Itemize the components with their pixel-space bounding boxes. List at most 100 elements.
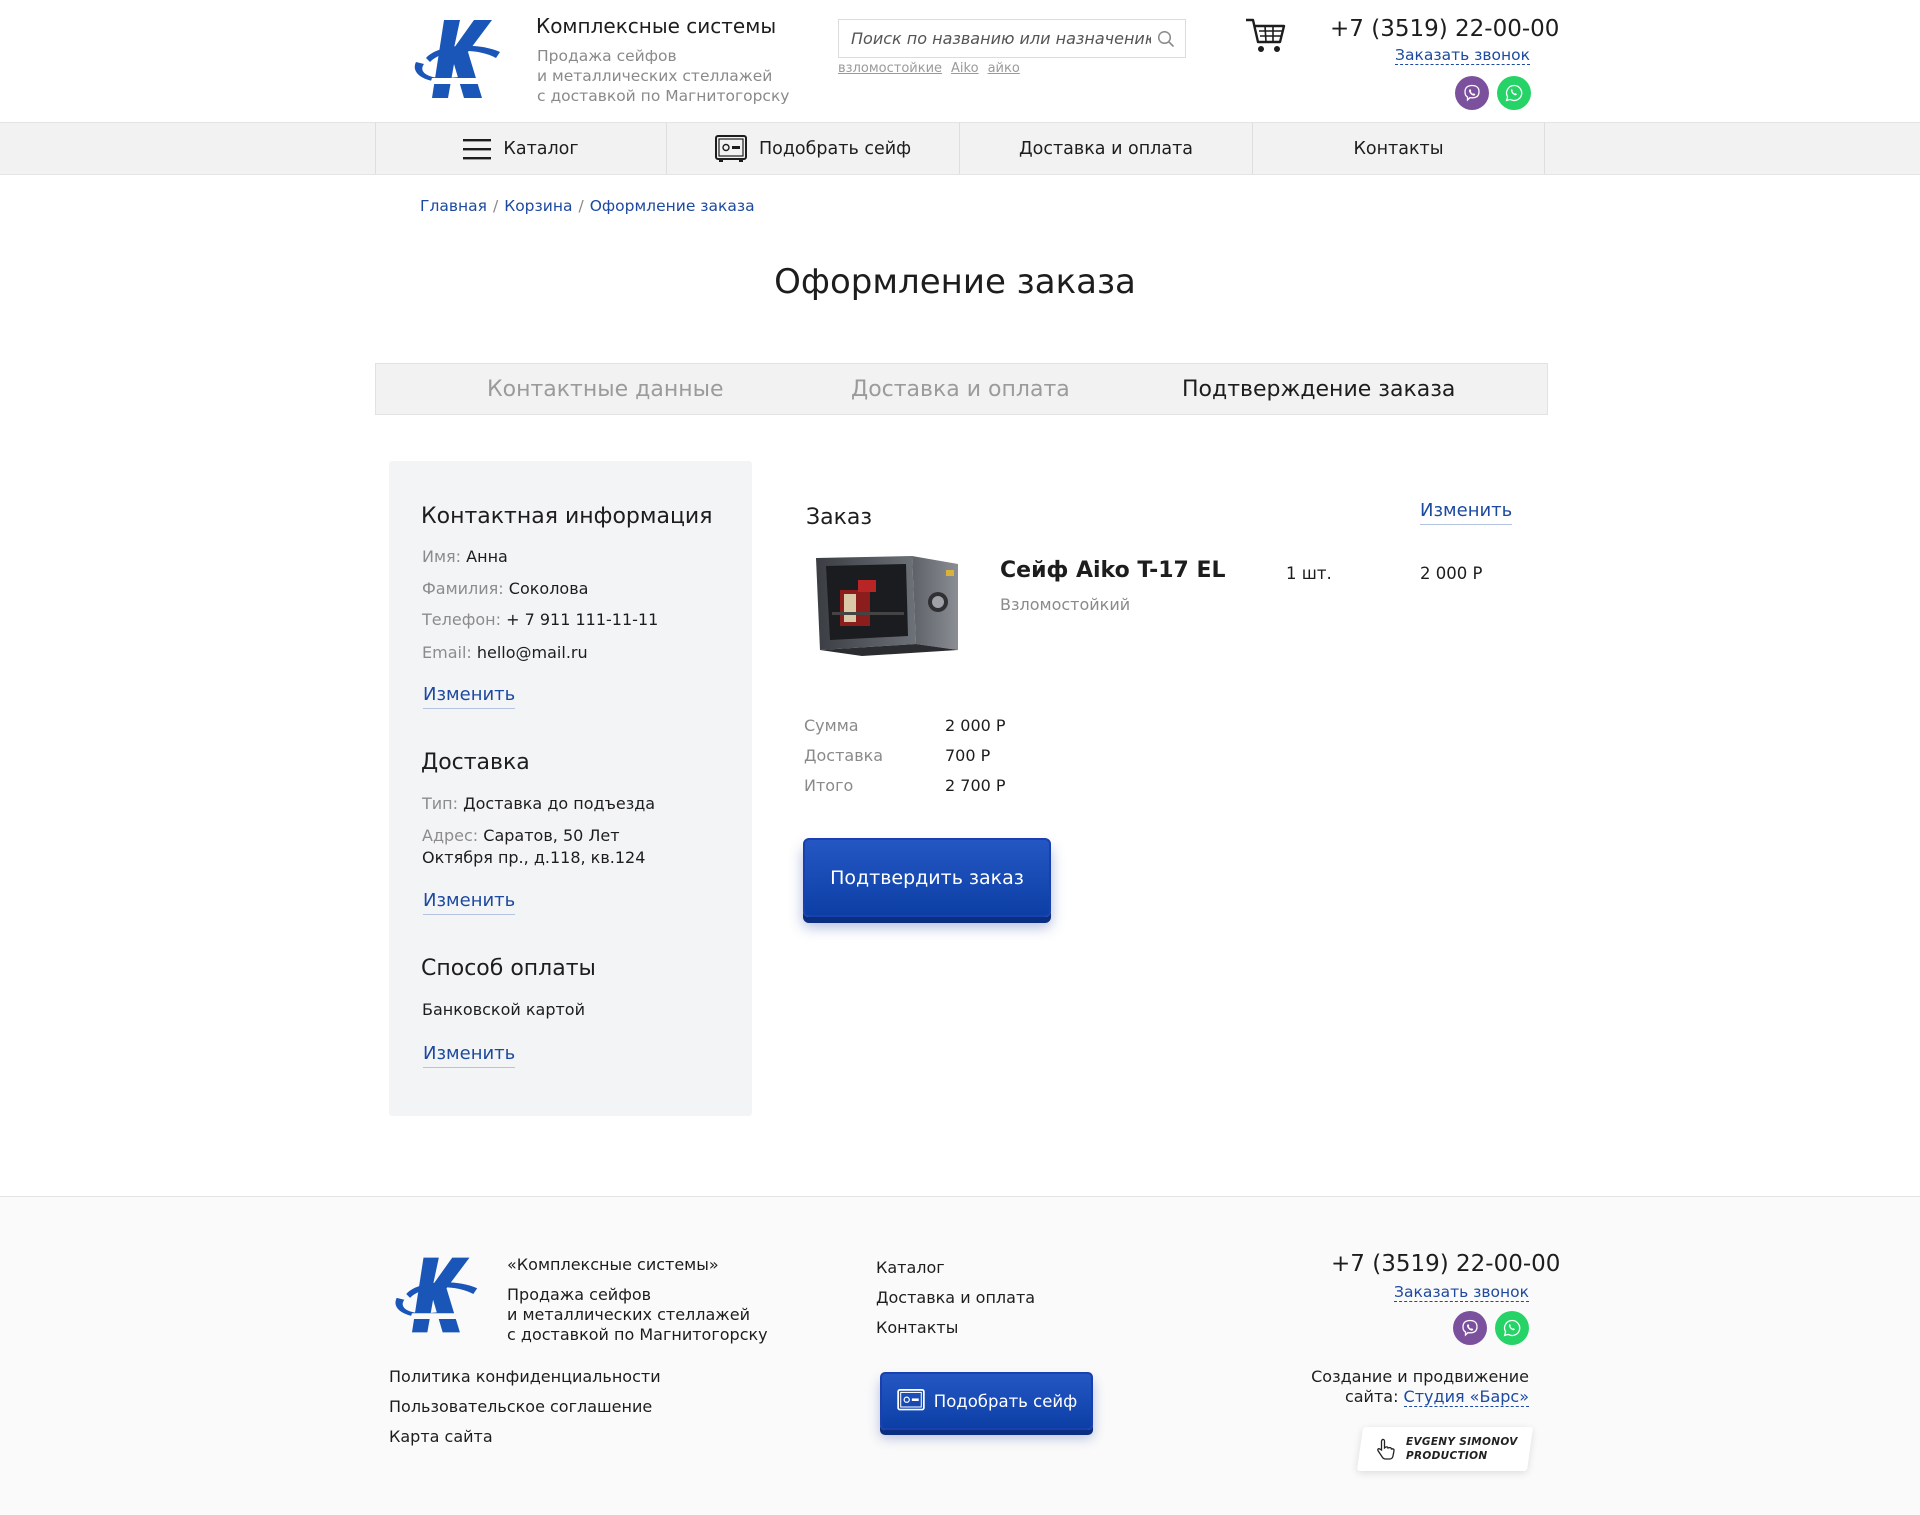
search-hint-link[interactable]: айко xyxy=(988,61,1020,76)
footer-logo[interactable] xyxy=(389,1255,481,1335)
sitemap-link[interactable]: Карта сайта xyxy=(389,1427,493,1446)
confirm-order-button[interactable]: Подтвердить заказ xyxy=(803,838,1051,917)
search-box xyxy=(838,19,1186,58)
surname-label: Фамилия: xyxy=(422,579,504,598)
nav-item-label: Подобрать сейф xyxy=(758,138,912,159)
delivery-type-row: Тип: Доставка до подъезда xyxy=(422,793,732,815)
search-hint-link[interactable]: взломостойкие xyxy=(838,61,942,76)
credit-line: сайта: Студия «Барс» xyxy=(1311,1387,1529,1407)
pointer-hand-icon xyxy=(1377,1438,1395,1460)
contact-heading: Контактная информация xyxy=(421,504,713,529)
checkout-steps: Контактные данные Доставка и оплата Подт… xyxy=(375,363,1548,415)
site-header: Комплексные системы Продажа сейфов и мет… xyxy=(0,0,1920,122)
credit-text: Создание и продвижение xyxy=(1311,1367,1529,1386)
product-price: 2 000 Р xyxy=(1420,564,1483,583)
brand-subtitle: Продажа сейфов и металлических стеллажей… xyxy=(537,47,790,105)
nav-item-pick-safe[interactable]: Подобрать сейф xyxy=(667,123,960,174)
name-value: Анна xyxy=(466,547,508,566)
payment-method: Банковской картой xyxy=(422,1000,585,1019)
step-delivery-payment[interactable]: Доставка и оплата xyxy=(851,364,1070,414)
contact-name-row: Имя: Анна xyxy=(422,546,732,568)
delivery-cost-value: 700 Р xyxy=(945,746,991,765)
main-nav: Каталог Подобрать сейф Доставка и оплата… xyxy=(0,122,1920,175)
studio-bars-link[interactable]: Студия «Барс» xyxy=(1403,1387,1529,1407)
total-value: 2 700 Р xyxy=(945,776,1006,795)
footer-callback-link[interactable]: Заказать звонок xyxy=(1394,1283,1529,1302)
safe-icon xyxy=(714,134,747,163)
product-quantity: 1 шт. xyxy=(1286,564,1332,583)
nav-item-catalog[interactable]: Каталог xyxy=(375,123,667,174)
delivery-cost-label: Доставка xyxy=(804,746,884,765)
callback-link[interactable]: Заказать звонок xyxy=(1395,46,1530,65)
payment-heading: Способ оплаты xyxy=(421,956,596,981)
search-hints: взломостойкие Aiko айко xyxy=(838,61,1029,76)
surname-value: Соколова xyxy=(508,579,589,598)
nav-item-contacts[interactable]: Контакты xyxy=(1253,123,1545,174)
site-credit: Создание и продвижение сайта: Студия «Ба… xyxy=(1311,1367,1529,1407)
header-phone[interactable]: +7 (3519) 22-00-00 xyxy=(1330,16,1559,42)
viber-icon[interactable] xyxy=(1455,76,1489,110)
safe-icon xyxy=(896,1389,926,1413)
nav-item-delivery[interactable]: Доставка и оплата xyxy=(960,123,1253,174)
privacy-policy-link[interactable]: Политика конфиденциальности xyxy=(389,1367,661,1386)
brand-title: Комплексные системы xyxy=(536,14,777,38)
step-contact-data[interactable]: Контактные данные xyxy=(487,364,724,414)
contact-surname-row: Фамилия: Соколова xyxy=(422,578,732,600)
production-badge[interactable]: EVGENY SIMONOV PRODUCTION xyxy=(1356,1427,1534,1471)
email-value: hello@mail.ru xyxy=(476,643,588,662)
delivery-type-label: Тип: xyxy=(422,794,459,813)
search-input[interactable] xyxy=(851,20,1151,57)
nav-item-label: Контакты xyxy=(1353,138,1444,159)
step-confirmation[interactable]: Подтверждение заказа xyxy=(1182,364,1455,414)
footer-brand-subtitle: Продажа сейфов и металлических стеллажей… xyxy=(507,1285,768,1344)
badge-line-1: EVGENY SIMONOV xyxy=(1406,1436,1518,1448)
company-logo[interactable] xyxy=(408,18,504,100)
edit-order-link[interactable]: Изменить xyxy=(1420,500,1513,525)
search-icon[interactable] xyxy=(1157,30,1175,48)
phone-label: Телефон: xyxy=(422,610,502,629)
page-title: Оформление заказа xyxy=(774,262,1136,302)
email-label: Email: xyxy=(422,643,472,662)
breadcrumb: Главная / Корзина / Оформление заказа xyxy=(420,197,755,215)
footer-nav-catalog[interactable]: Каталог xyxy=(876,1258,945,1277)
credit-prefix: сайта: xyxy=(1344,1387,1399,1406)
contact-phone-row: Телефон: + 7 911 111-11-11 xyxy=(422,609,732,631)
name-label: Имя: xyxy=(422,547,462,566)
badge-line-2: PRODUCTION xyxy=(1406,1450,1488,1462)
order-summary-card: Контактная информация Имя: Анна Фамилия:… xyxy=(389,461,752,1116)
whatsapp-icon[interactable] xyxy=(1497,76,1531,110)
delivery-type-value: Доставка до подъезда xyxy=(463,794,656,813)
footer-phone[interactable]: +7 (3519) 22-00-00 xyxy=(1331,1251,1560,1277)
footer-pick-safe-button[interactable]: Подобрать сейф xyxy=(880,1372,1093,1430)
cart-icon[interactable] xyxy=(1245,17,1287,55)
footer-nav-delivery[interactable]: Доставка и оплата xyxy=(876,1288,1035,1307)
product-name[interactable]: Сейф Aiko T-17 EL xyxy=(1000,558,1226,583)
user-agreement-link[interactable]: Пользовательское соглашение xyxy=(389,1397,652,1416)
edit-contact-link[interactable]: Изменить xyxy=(423,684,516,709)
delivery-address-row: Адрес: Саратов, 50 Лет Октября пр., д.11… xyxy=(422,825,692,869)
subtotal-label: Сумма xyxy=(804,716,859,735)
breadcrumb-cart[interactable]: Корзина xyxy=(504,197,572,215)
site-footer: «Комплексные системы» Продажа сейфов и м… xyxy=(0,1196,1920,1515)
total-label: Итого xyxy=(804,776,854,795)
product-image[interactable] xyxy=(808,550,968,656)
order-heading: Заказ xyxy=(806,505,873,530)
address-label: Адрес: xyxy=(422,826,479,845)
phone-value: + 7 911 111-11-11 xyxy=(506,610,659,629)
menu-icon xyxy=(463,138,492,160)
product-type: Взломостойкий xyxy=(1000,595,1131,614)
nav-item-label: Каталог xyxy=(503,138,579,159)
contact-email-row: Email: hello@mail.ru xyxy=(422,642,732,664)
edit-payment-link[interactable]: Изменить xyxy=(423,1043,516,1068)
footer-brand: «Комплексные системы» xyxy=(507,1255,719,1274)
breadcrumb-current[interactable]: Оформление заказа xyxy=(590,197,755,215)
footer-nav-contacts[interactable]: Контакты xyxy=(876,1318,958,1337)
footer-pick-safe-label: Подобрать сейф xyxy=(933,1391,1078,1411)
search-hint-link[interactable]: Aiko xyxy=(951,61,979,76)
whatsapp-icon[interactable] xyxy=(1495,1311,1529,1345)
viber-icon[interactable] xyxy=(1453,1311,1487,1345)
badge-text: EVGENY SIMONOV PRODUCTION xyxy=(1406,1435,1518,1463)
breadcrumb-home[interactable]: Главная xyxy=(420,197,487,215)
delivery-heading: Доставка xyxy=(421,750,530,775)
edit-delivery-link[interactable]: Изменить xyxy=(423,890,516,915)
